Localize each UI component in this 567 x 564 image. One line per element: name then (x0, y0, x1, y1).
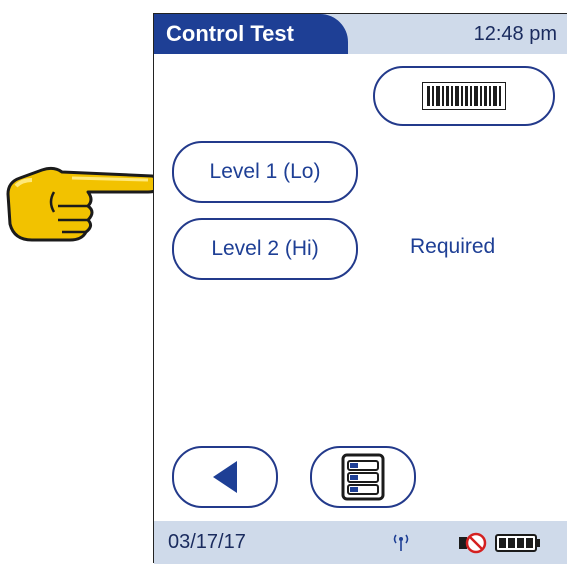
back-arrow-icon (213, 461, 237, 493)
scan-barcode-button[interactable] (373, 66, 555, 126)
battery-icon (495, 534, 540, 552)
level-2-hi-button[interactable]: Level 2 (Hi) (172, 218, 358, 280)
list-menu-icon (341, 453, 385, 501)
date-display: 03/17/17 (168, 531, 246, 553)
pointing-hand-icon (6, 166, 162, 242)
level-2-status: Required (410, 235, 496, 258)
back-button[interactable] (172, 446, 278, 508)
header-bar: Control Test 12:48 pm (154, 14, 567, 54)
device-screen: Control Test 12:48 pm Level 1 (Lo) Level… (153, 13, 567, 564)
level-1-lo-button[interactable]: Level 1 (Lo) (172, 141, 358, 203)
no-ac-power-icon (459, 532, 487, 554)
wireless-icon (393, 534, 409, 551)
menu-button[interactable] (310, 446, 416, 508)
clock: 12:48 pm (473, 23, 557, 45)
screen-title: Control Test (154, 14, 348, 54)
status-bar: 03/17/17 (154, 521, 567, 564)
barcode-icon (422, 82, 506, 110)
